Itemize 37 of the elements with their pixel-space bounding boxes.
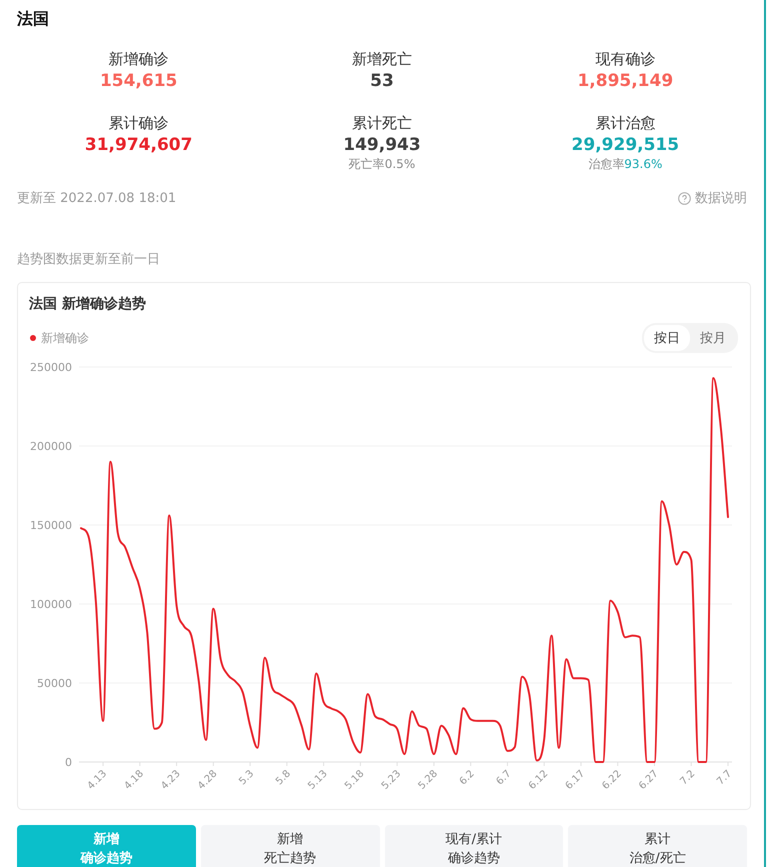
stat-value: 154,615	[100, 70, 178, 93]
help-icon[interactable]	[678, 192, 691, 204]
stat-label: 现有确诊	[595, 49, 656, 69]
stat-label: 累计死亡	[352, 113, 412, 133]
stat-label: 新增确诊	[108, 49, 169, 69]
x-tick-label: 7.7	[715, 768, 734, 788]
stat-label: 累计治愈	[595, 113, 656, 133]
chart-title: 法国 新增确诊趋势	[28, 295, 147, 313]
stat-value: 1,895,149	[577, 70, 674, 93]
stat-value: 149,943	[343, 134, 421, 157]
y-tick-label: 50000	[37, 677, 72, 690]
x-tick-label: 6.7	[494, 768, 514, 788]
legend-label: 新增确诊	[41, 330, 89, 346]
period-option[interactable]: 按日	[644, 325, 690, 351]
chart-tab[interactable]: 新增 死亡趋势	[200, 825, 380, 867]
chart-tab[interactable]: 累计 治愈/死亡	[568, 825, 747, 867]
x-tick-label: 6.2	[458, 768, 477, 788]
chart-tab[interactable]: 现有/累计 确诊趋势	[384, 825, 564, 867]
stat-value: 29,929,515	[572, 134, 680, 157]
x-tick-label: 7.2	[678, 768, 698, 788]
country-title: 法国	[17, 8, 50, 30]
rate-note: 治愈率93.6%	[588, 157, 662, 171]
period-option[interactable]: 按月	[690, 325, 736, 351]
y-tick-label: 200000	[30, 440, 72, 453]
stat-label: 新增死亡	[352, 49, 412, 69]
y-tick-label: 250000	[30, 361, 72, 374]
rate-note: 死亡率0.5%	[348, 157, 416, 171]
x-tick-label: 5.3	[237, 768, 256, 788]
y-tick-label: 0	[65, 756, 72, 769]
x-tick-label: 5.8	[274, 768, 293, 788]
trend-note: 趋势图数据更新至前一日	[17, 251, 161, 268]
update-time: 更新至 2022.07.08 18:01	[17, 190, 176, 207]
stat-value: 53	[370, 70, 394, 93]
stat-label: 累计确诊	[108, 113, 169, 133]
y-tick-label: 150000	[30, 519, 72, 532]
stat-value: 31,974,607	[84, 134, 192, 157]
y-tick-label: 100000	[30, 598, 72, 611]
